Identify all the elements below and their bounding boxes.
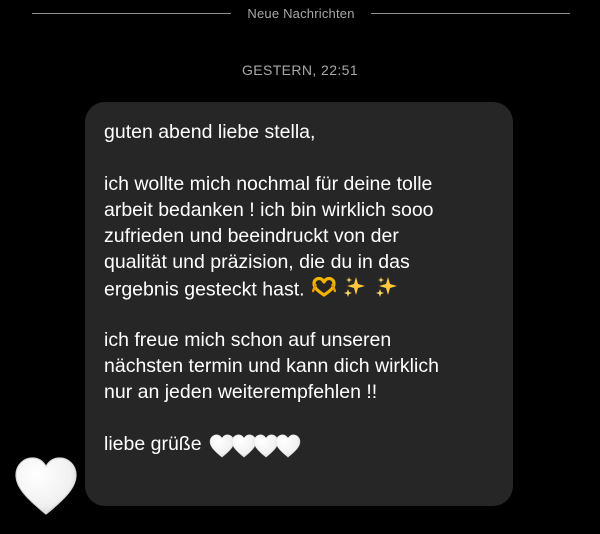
new-messages-label: Neue Nachrichten [247,5,355,21]
message-line: guten abend liebe stella, [104,121,316,143]
heart-hands-emoji-icon [311,276,337,304]
message-line: nächsten termin und kann dich wirklich [104,355,439,377]
message-line-text: liebe grüße [104,433,202,455]
divider-line-right [370,12,571,14]
sparkles-emoji-icon [375,275,399,306]
message-line: zufrieden und beeindruckt von der [104,225,399,247]
message-bubble[interactable]: guten abend liebe stella, ich wollte mic… [85,102,513,506]
reaction-white-heart-icon[interactable] [14,456,78,520]
message-line-text: ergebnis gesteckt hast. [104,278,305,301]
white-hearts-group [209,432,301,458]
white-heart-emoji-icon [275,434,301,458]
divider-line-left [32,12,232,14]
message-timestamp: GESTERN, 22:51 [241,62,359,78]
sparkles-emoji-icon [343,275,367,306]
message-line-with-emojis: ergebnis gesteckt hast. [104,275,499,301]
message-line: ich wollte mich nochmal für deine tolle [104,173,433,195]
message-line: nur an jeden weiterempfehlen !! [104,381,378,403]
message-line-with-hearts: liebe grüße [104,431,499,457]
message-line: qualität und präzision, die du in das [104,251,410,273]
new-messages-divider: Neue Nachrichten [32,0,571,26]
message-line: ich freue mich schon auf unseren [104,329,392,351]
message-line: arbeit bedanken ! ich bin wirklich sooo [104,199,434,221]
